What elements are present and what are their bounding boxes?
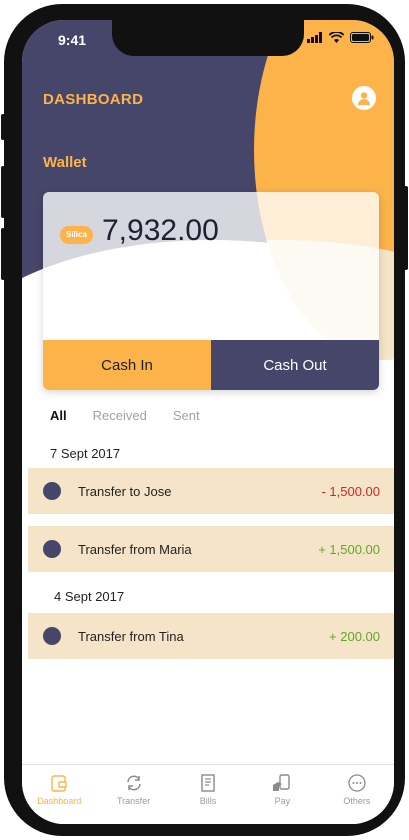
filter-all[interactable]: All [50, 408, 67, 423]
transaction-label: Transfer from Tina [78, 628, 184, 644]
transaction-amount: - 1,500.00 [321, 483, 380, 499]
volume-down-button [1, 228, 5, 280]
currency-badge: Silica [60, 226, 93, 244]
app-screen: 9:41 DASHBOARD Wallet Silica 7,932.00 Ca… [22, 20, 394, 824]
wallet-label: Wallet [43, 154, 87, 171]
more-icon [348, 774, 366, 792]
tab-label: Transfer [117, 796, 151, 806]
transaction-amount: + 1,500.00 [318, 541, 380, 557]
transaction-dot-icon [43, 540, 61, 558]
cash-out-button[interactable]: Cash Out [211, 340, 379, 390]
status-time: 9:41 [58, 32, 87, 48]
wifi-icon [329, 32, 344, 43]
date-header: 7 Sept 2017 [50, 446, 121, 461]
status-icons [307, 32, 374, 43]
power-button [404, 186, 408, 270]
tab-label: Bills [199, 796, 217, 806]
tab-transfer[interactable]: Transfer [96, 765, 170, 824]
wallet-balance: 7,932.00 [102, 214, 219, 247]
battery-icon [350, 32, 374, 43]
bottom-tab-bar: Dashboard Transfer Bills Pay Others [22, 764, 394, 824]
pay-icon [273, 774, 291, 791]
device-notch [112, 20, 304, 56]
user-icon [358, 92, 370, 105]
volume-up-button [1, 166, 5, 218]
mute-switch [1, 114, 5, 140]
transaction-dot-icon [43, 627, 61, 645]
tab-label: Dashboard [37, 796, 82, 806]
bills-icon [201, 774, 215, 792]
signal-icon [307, 32, 322, 43]
date-header: 4 Sept 2017 [54, 589, 125, 604]
tab-label: Others [343, 796, 371, 806]
tab-bills[interactable]: Bills [171, 765, 245, 824]
transaction-row[interactable]: Transfer to Jose - 1,500.00 [28, 468, 394, 514]
transaction-row[interactable]: Transfer from Tina + 200.00 [28, 613, 394, 659]
wallet-card: Silica 7,932.00 Cash In Cash Out [43, 192, 379, 390]
transaction-amount: + 200.00 [329, 628, 380, 644]
transaction-filter-tabs: All Received Sent [50, 408, 200, 423]
transfer-icon [126, 775, 141, 791]
tab-label: Pay [274, 796, 291, 806]
filter-sent[interactable]: Sent [173, 408, 200, 423]
cash-in-button[interactable]: Cash In [43, 340, 211, 390]
transaction-dot-icon [43, 482, 61, 500]
wallet-actions: Cash In Cash Out [43, 340, 379, 390]
phone-frame: 9:41 DASHBOARD Wallet Silica 7,932.00 Ca… [4, 4, 405, 836]
transaction-label: Transfer from Maria [78, 541, 192, 557]
profile-button[interactable] [352, 86, 376, 110]
tab-others[interactable]: Others [320, 765, 394, 824]
tab-dashboard[interactable]: Dashboard [22, 765, 96, 824]
transaction-label: Transfer to Jose [78, 483, 172, 499]
page-title: DASHBOARD [43, 91, 144, 108]
wallet-icon [51, 775, 67, 792]
filter-received[interactable]: Received [93, 408, 147, 423]
transaction-row[interactable]: Transfer from Maria + 1,500.00 [28, 526, 394, 572]
tab-pay[interactable]: Pay [245, 765, 319, 824]
